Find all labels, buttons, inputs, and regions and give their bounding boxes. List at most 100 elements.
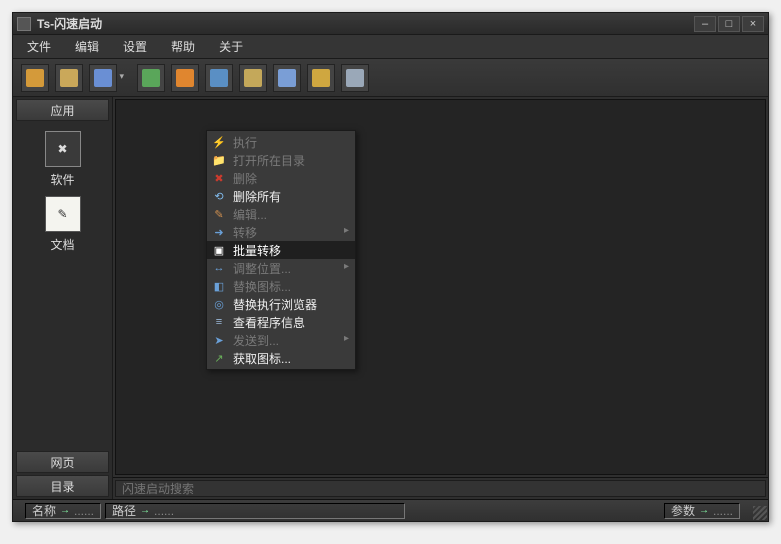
ctx-label: 删除 <box>233 170 257 187</box>
folder-icon[interactable] <box>55 64 83 92</box>
ctx-item-7: ↔ 调整位置... <box>207 259 355 277</box>
ctx-label: 打开所在目录 <box>233 152 305 169</box>
maximize-button[interactable]: □ <box>718 16 740 32</box>
arrow-icon: → <box>140 505 150 516</box>
window-icon-glyph <box>244 69 262 87</box>
close-button[interactable]: × <box>742 16 764 32</box>
ctx-icon: ↔ <box>212 261 226 275</box>
menu-3[interactable]: 帮助 <box>167 36 199 57</box>
menu-4[interactable]: 关于 <box>215 36 247 57</box>
statusbar: 名称 → ...... 路径 → ...... 参数 → ...... <box>13 499 768 521</box>
sidebar-item-software[interactable]: ✖ 软件 <box>39 131 87 188</box>
document-icon: ✎ <box>45 196 81 232</box>
ctx-item-8: ◧ 替换图标... <box>207 277 355 295</box>
ctx-item-10[interactable]: ≡ 查看程序信息 <box>207 313 355 331</box>
new-icon-glyph <box>94 69 112 87</box>
ctx-label: 查看程序信息 <box>233 314 305 331</box>
sidebar: 应用 ✖ 软件 ✎ 文档 网页目录 <box>13 97 113 499</box>
sidebar-tab-1[interactable]: 目录 <box>16 475 109 497</box>
ctx-icon: ◧ <box>212 279 226 293</box>
status-name-cell: 名称 → ...... <box>25 503 101 519</box>
calendar-icon[interactable] <box>21 64 49 92</box>
ctx-icon: ✖ <box>212 171 226 185</box>
ctx-label: 编辑... <box>233 206 267 223</box>
sidebar-item-label: 软件 <box>39 171 87 188</box>
ctx-label: 发送到... <box>233 332 279 349</box>
folder-icon-glyph <box>60 69 78 87</box>
card-icon[interactable] <box>341 64 369 92</box>
ctx-icon: ⚡ <box>212 135 226 149</box>
status-path-value: ...... <box>154 504 174 518</box>
sidebar-item-label: 文档 <box>39 236 87 253</box>
edit-icon-glyph <box>278 69 296 87</box>
ctx-label: 删除所有 <box>233 188 281 205</box>
ctx-icon: ↗ <box>212 351 226 365</box>
search-input[interactable] <box>115 480 766 497</box>
ctx-icon: ◎ <box>212 297 226 311</box>
sidebar-item-document[interactable]: ✎ 文档 <box>39 196 87 253</box>
status-path-label: 路径 <box>112 502 136 519</box>
context-menu: ⚡ 执行 📁 打开所在目录 ✖ 删除⟲删除所有 ✎ 编辑... ➜ 转移 ▣ 批量转移 ↔ 调整位置...… <box>206 130 356 370</box>
ctx-icon: ➜ <box>212 225 226 239</box>
arrow-icon: → <box>699 505 709 516</box>
add-icon-glyph <box>142 69 160 87</box>
ctx-item-11: ➤ 发送到... <box>207 331 355 349</box>
app-window: Ts-闪速启动 – □ × 文件编辑设置帮助关于 应用 ✖软件✎文档 网页目录 … <box>12 12 769 522</box>
trash-icon-glyph <box>312 69 330 87</box>
ctx-label: 替换执行浏览器 <box>233 296 317 313</box>
status-name-label: 名称 <box>32 502 56 519</box>
image-icon[interactable] <box>205 64 233 92</box>
minimize-button[interactable]: – <box>694 16 716 32</box>
ctx-label: 调整位置... <box>233 260 291 277</box>
window-title: Ts-闪速启动 <box>37 15 102 32</box>
ctx-item-9[interactable]: ◎ 替换执行浏览器 <box>207 295 355 313</box>
window-icon[interactable] <box>239 64 267 92</box>
search-row <box>113 477 768 499</box>
ctx-label: 执行 <box>233 134 257 151</box>
rss-icon-glyph <box>176 69 194 87</box>
status-param-label: 参数 <box>671 502 695 519</box>
menu-1[interactable]: 编辑 <box>71 36 103 57</box>
rss-icon[interactable] <box>171 64 199 92</box>
body-area: 应用 ✖软件✎文档 网页目录 ⚡执行📁打开所在目录✖删除⟲删除所有✎编辑...➜… <box>13 97 768 499</box>
sidebar-content: ✖ 软件 ✎ 文档 <box>13 123 112 449</box>
ctx-icon: ✎ <box>212 207 226 221</box>
edit-icon[interactable] <box>273 64 301 92</box>
status-path-cell: 路径 → ...... <box>105 503 405 519</box>
ctx-item-6[interactable]: ▣ 批量转移 <box>207 241 355 259</box>
calendar-icon-glyph <box>26 69 44 87</box>
sidebar-tab-apps[interactable]: 应用 <box>16 99 109 121</box>
ctx-item-5: ➜ 转移 <box>207 223 355 241</box>
ctx-item-3[interactable]: ⟲删除所有 <box>207 187 355 205</box>
ctx-item-4: ✎ 编辑... <box>207 205 355 223</box>
ctx-label: 转移 <box>233 224 257 241</box>
menu-0[interactable]: 文件 <box>23 36 55 57</box>
ctx-icon: ≡ <box>212 315 226 329</box>
ctx-icon: ▣ <box>212 243 226 257</box>
ctx-label: 替换图标... <box>233 278 291 295</box>
trash-icon[interactable] <box>307 64 335 92</box>
ctx-icon: ➤ <box>212 333 226 347</box>
main-panel[interactable]: ⚡ 执行 📁 打开所在目录 ✖ 删除⟲删除所有 ✎ 编辑... ➜ 转移 ▣ 批量转移 ↔ 调整位置...… <box>115 99 766 475</box>
image-icon-glyph <box>210 69 228 87</box>
sidebar-tab-0[interactable]: 网页 <box>16 451 109 473</box>
resize-grip[interactable] <box>753 506 767 520</box>
new-icon[interactable] <box>89 64 117 92</box>
card-icon-glyph <box>346 69 364 87</box>
add-icon[interactable] <box>137 64 165 92</box>
titlebar[interactable]: Ts-闪速启动 – □ × <box>13 13 768 35</box>
ctx-label: 批量转移 <box>233 242 281 259</box>
toolbar <box>13 59 768 97</box>
menu-2[interactable]: 设置 <box>119 36 151 57</box>
menubar: 文件编辑设置帮助关于 <box>13 35 768 59</box>
arrow-icon: → <box>60 505 70 516</box>
ctx-label: 获取图标... <box>233 350 291 367</box>
status-name-value: ...... <box>74 504 94 518</box>
software-icon: ✖ <box>45 131 81 167</box>
app-icon <box>17 17 31 31</box>
status-param-value: ...... <box>713 504 733 518</box>
ctx-item-2: ✖ 删除 <box>207 169 355 187</box>
ctx-item-12[interactable]: ↗ 获取图标... <box>207 349 355 367</box>
status-param-cell: 参数 → ...... <box>664 503 740 519</box>
ctx-icon: 📁 <box>212 153 226 167</box>
